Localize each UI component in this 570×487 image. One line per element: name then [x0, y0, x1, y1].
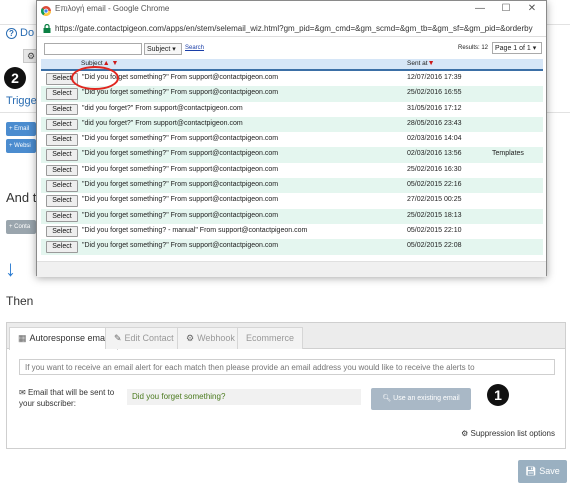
select-email-button[interactable]: Select: [46, 149, 78, 161]
table-row: Select "Did you forget something?" From s…: [41, 178, 543, 194]
row-subject: "did you forget?" From support@contactpi…: [82, 104, 243, 112]
table-row: Select "Did you forget something?" From s…: [41, 163, 543, 178]
add-contact-condition-button[interactable]: + Conta: [6, 220, 36, 234]
edit-icon: ✎: [114, 333, 122, 343]
add-website-trigger-button[interactable]: + Websi: [6, 139, 36, 153]
table-row: Select "Did you forget something?" From s…: [41, 208, 543, 224]
table-row: Select "did you forget?" From support@con…: [41, 116, 543, 133]
search-icon: 🔍︎: [382, 395, 394, 402]
row-sent-at: 28/05/2016 23:43: [407, 119, 462, 127]
search-input[interactable]: [44, 43, 142, 55]
row-subject: "Did you forget something? - manual" Fro…: [82, 226, 308, 234]
close-icon[interactable]: ✕: [520, 3, 544, 14]
row-sent-at: 25/02/2016 16:55: [407, 89, 462, 97]
row-sent-at: 05/02/2015 22:16: [407, 181, 462, 189]
callout-number-2: 2: [4, 67, 26, 89]
row-sent-at: 25/02/2016 16:30: [407, 165, 462, 173]
minimize-icon[interactable]: —: [468, 3, 492, 14]
row-subject: "did you forget?" From support@contactpi…: [82, 119, 243, 127]
search-link[interactable]: Search: [185, 45, 204, 51]
select-email-button[interactable]: Select: [46, 134, 78, 146]
alert-email-input[interactable]: [19, 359, 555, 375]
select-email-button[interactable]: Select: [46, 210, 78, 223]
suppression-list-options-link[interactable]: ⚙ Suppression list options: [461, 429, 555, 438]
select-email-button[interactable]: Select: [46, 225, 78, 238]
window-titlebar: Επιλογή email - Google Chrome — ☐ ✕: [37, 1, 546, 21]
popup-footer: [37, 261, 546, 277]
page-select[interactable]: Page 1 of 1 ▾: [492, 42, 542, 54]
add-email-trigger-button[interactable]: + Email: [6, 122, 36, 136]
table-row: Select "Did you forget something?" From s…: [41, 86, 543, 102]
row-sent-at: 31/05/2016 17:12: [407, 104, 462, 112]
row-subject: "Did you forget something?" From support…: [82, 89, 279, 97]
select-email-button[interactable]: Select: [46, 180, 78, 192]
row-sent-at: 12/07/2016 17:39: [407, 74, 462, 81]
row-sent-at: 05/02/2015 22:10: [407, 226, 462, 234]
column-header-sent-at[interactable]: Sent at▼: [407, 60, 435, 67]
row-subject: "Did you forget something?" From support…: [82, 242, 279, 250]
table-row: Select "Did you forget something?" From s…: [41, 132, 543, 147]
cogs-icon: ⚙: [186, 333, 195, 343]
address-bar: https://gate.contactpigeon.com/apps/en/s…: [37, 21, 546, 37]
table-row: Select "Did you forget something?" From s…: [41, 239, 543, 255]
envelope-icon: ✉: [19, 388, 26, 397]
row-subject: "Did you forget something?" From support…: [82, 165, 279, 173]
calendar-icon: ▦: [18, 333, 27, 343]
maximize-icon[interactable]: ☐: [494, 3, 518, 14]
sort-desc-icon[interactable]: ▼: [428, 60, 435, 67]
table-row: Select "Did you forget something?" From s…: [41, 147, 543, 163]
results-count: Results: 12: [458, 45, 489, 51]
tab-autoresponse-email[interactable]: ▦ Autoresponse email: [9, 327, 119, 350]
row-subject: "Did you forget something?" From support…: [82, 150, 279, 158]
table-row: Select "Did you forget something? - manua…: [41, 224, 543, 239]
row-sent-at: 02/03/2016 14:04: [407, 135, 462, 143]
table-header: Subject▲ ▼ Sent at▼: [41, 59, 543, 69]
select-email-popup-window: Επιλογή email - Google Chrome — ☐ ✕ http…: [36, 0, 547, 277]
sent-email-label: ✉ Email that will be sent to your subscr…: [19, 388, 115, 408]
row-subject: "Did you forget something?" From support…: [82, 196, 279, 204]
selected-email-subject: Did you forget something?: [127, 389, 361, 405]
tab-ecommerce[interactable]: Ecommerce: [237, 327, 304, 349]
row-sent-at: 27/02/2015 00:25: [407, 196, 462, 204]
row-sent-at: 25/02/2015 18:13: [407, 211, 462, 219]
chrome-logo-icon: [41, 6, 51, 16]
url-text[interactable]: https://gate.contactpigeon.com/apps/en/s…: [55, 24, 533, 33]
select-email-button[interactable]: Select: [46, 241, 78, 253]
lock-icon: [43, 24, 51, 33]
select-email-button[interactable]: Select: [46, 118, 78, 131]
select-email-button[interactable]: Select: [46, 103, 78, 116]
callout-number-1: 1: [487, 384, 509, 406]
filter-toolbar: Subject ▾ Search Results: 12 Page 1 of 1…: [37, 38, 546, 58]
use-existing-email-button[interactable]: 🔍︎ Use an existing email: [371, 388, 471, 410]
action-panel: ▦ Autoresponse email ✎ Edit Contact ⚙ Webho…: [6, 322, 566, 449]
sort-desc-icon[interactable]: ▼: [111, 60, 118, 67]
row-subject: "Did you forget something?" From support…: [82, 211, 279, 219]
select-email-button[interactable]: Select: [46, 88, 78, 100]
search-field-select[interactable]: Subject ▾: [144, 43, 182, 55]
save-icon: 💾︎: [525, 466, 540, 476]
save-button[interactable]: 💾︎ Save: [518, 460, 567, 483]
tab-edit-contact[interactable]: ✎ Edit Contact: [105, 327, 183, 349]
table-row: Select "did you forget?" From support@con…: [41, 102, 543, 117]
row-subject: "Did you forget something?" From support…: [82, 135, 279, 143]
select-email-button[interactable]: Select: [46, 164, 78, 177]
tab-webhook[interactable]: ⚙ Webhook: [177, 327, 244, 349]
window-title: Επιλογή email - Google Chrome: [55, 4, 170, 13]
select-email-button[interactable]: Select: [46, 195, 78, 207]
then-heading: Then: [6, 294, 34, 308]
action-tabs: ▦ Autoresponse email ✎ Edit Contact ⚙ Webho…: [7, 323, 565, 350]
trigger-link[interactable]: Trigge: [6, 95, 37, 107]
help-circle-icon: ?: [6, 28, 17, 39]
annotation-circle: [71, 66, 119, 90]
email-table-body: Select "Did you forget something?" From s…: [41, 69, 543, 255]
table-row: Select "Did you forget something?" From s…: [41, 193, 543, 208]
cogs-icon: ⚙: [461, 429, 471, 438]
row-sent-at: 02/03/2016 13:56: [407, 150, 462, 158]
row-sent-at: 05/02/2015 22:08: [407, 242, 462, 250]
row-tag: Templates: [492, 150, 524, 158]
row-subject: "Did you forget something?" From support…: [82, 181, 279, 189]
arrow-down-icon: ↓: [5, 256, 16, 281]
